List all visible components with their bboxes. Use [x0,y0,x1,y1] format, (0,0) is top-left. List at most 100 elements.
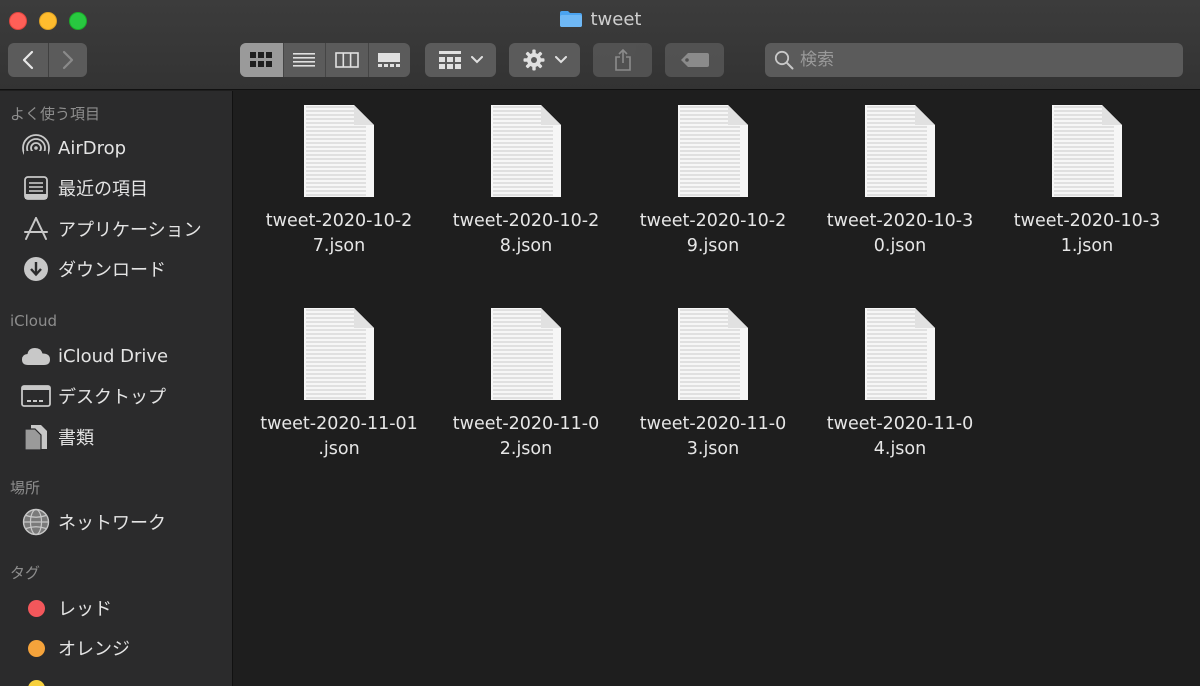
file-name: tweet-2020-11-01 .json [254,412,424,462]
sidebar-item-label: ダウンロード [58,260,166,281]
file-name-line-2: 3.json [686,439,740,459]
sidebar-item-tag-red[interactable]: レッド [20,591,230,625]
file-name-line-1: tweet-2020-11-0 [826,414,974,434]
file-item[interactable]: tweet-2020-10-3 1.json [1002,91,1172,271]
file-name-line-2: 0.json [873,236,927,256]
file-name-line-2: 8.json [499,236,553,256]
forward-button[interactable] [47,43,87,77]
sidebar-section-tags: タグ [10,564,41,582]
file-item[interactable]: tweet-2020-10-2 8.json [441,91,611,271]
sidebar-item-label: AirDrop [58,137,127,159]
edit-tags-button[interactable] [665,43,724,77]
file-name-line-1: tweet-2020-11-0 [452,414,600,434]
sidebar-item-label: オレンジ [58,639,130,660]
toolbar: tweet [0,0,1200,90]
gallery-icon [378,53,401,67]
view-mode-buttons [240,43,410,77]
file-name-line-1: tweet-2020-10-2 [639,211,787,231]
json-document-icon [491,105,561,197]
file-name-line-1: tweet-2020-10-2 [452,211,600,231]
sidebar-item-desktop[interactable]: デスクトップ [20,379,230,413]
column-view-button[interactable] [325,43,368,77]
sidebar-item-label: 書類 [58,428,94,449]
share-button[interactable] [593,43,652,77]
file-item[interactable]: tweet-2020-10-2 9.json [628,91,798,271]
file-name-line-2: 4.json [873,439,927,459]
file-item[interactable]: tweet-2020-11-0 2.json [441,294,611,474]
file-name: tweet-2020-10-3 1.json [1002,209,1172,259]
file-name: tweet-2020-11-0 4.json [815,412,985,462]
chevron-left-icon [22,50,34,70]
sidebar-item-airdrop[interactable]: AirDrop [20,131,230,165]
back-button[interactable] [9,43,48,77]
sidebar-item-label: レッド [58,599,112,620]
file-name: tweet-2020-10-2 9.json [628,209,798,259]
sidebar-item-applications[interactable]: アプリケーション [20,212,230,246]
sidebar-item-documents[interactable]: 書類 [20,420,230,454]
list-icon [293,53,316,67]
search-input[interactable] [800,50,1180,70]
sidebar-item-tag-orange[interactable]: オレンジ [20,631,230,665]
file-name-line-2: 1.json [1060,236,1114,256]
icon-view-button[interactable] [240,43,283,77]
list-view-button[interactable] [282,43,326,77]
downloads-icon [20,254,52,284]
sidebar-item-icloud-drive[interactable]: iCloud Drive [20,339,230,373]
action-menu-button[interactable] [509,43,580,77]
search-field[interactable] [765,43,1183,77]
tag-orange-icon [20,633,52,663]
file-name: tweet-2020-10-2 8.json [441,209,611,259]
file-item[interactable]: tweet-2020-11-0 4.json [815,294,985,474]
sidebar-item-tag-yellow-partial[interactable] [20,671,230,686]
window-title-area: tweet [0,9,1200,33]
sidebar-item-recents[interactable]: 最近の項目 [20,171,230,205]
airdrop-icon [20,133,52,163]
json-document-icon [678,308,748,400]
file-name-line-1: tweet-2020-11-0 [639,414,787,434]
chevron-down-icon [554,56,567,64]
file-name: tweet-2020-10-3 0.json [815,209,985,259]
file-name-line-1: tweet-2020-10-2 [265,211,413,231]
json-document-icon [304,105,374,197]
group-by-button[interactable] [425,43,496,77]
file-name-line-2: 2.json [499,439,553,459]
desktop-icon [20,381,52,411]
window-title: tweet [590,9,642,30]
maximize-window-button[interactable] [69,12,87,30]
close-window-button[interactable] [9,12,27,30]
sidebar-item-network[interactable]: ネットワーク [20,505,230,539]
sidebar-section-favorites: よく使う項目 [10,105,101,123]
file-name: tweet-2020-10-2 7.json [254,209,424,259]
chevron-down-icon [470,56,483,64]
file-name-line-1: tweet-2020-10-3 [1013,211,1161,231]
sidebar: よく使う項目 AirDrop 最近の項目 アプリケーション ダウンロード iCl… [0,91,233,686]
file-item[interactable]: tweet-2020-10-2 7.json [254,91,424,271]
navigation-buttons [8,43,87,77]
network-icon [20,507,52,537]
sidebar-item-label: 最近の項目 [58,179,148,200]
file-name-line-2: .json [318,439,360,459]
json-document-icon [1052,105,1122,197]
json-document-icon [304,308,374,400]
file-item[interactable]: tweet-2020-11-0 3.json [628,294,798,474]
cloud-icon [20,341,52,371]
sidebar-section-locations: 場所 [10,479,41,497]
recents-icon [20,173,52,203]
file-name-line-2: 9.json [686,236,740,256]
file-name-line-2: 7.json [312,236,366,256]
sidebar-item-downloads[interactable]: ダウンロード [20,252,230,286]
json-document-icon [865,308,935,400]
sidebar-section-icloud: iCloud [10,312,58,330]
share-icon [614,49,631,71]
file-name: tweet-2020-11-0 2.json [441,412,611,462]
file-item[interactable]: tweet-2020-11-01 .json [254,294,424,474]
file-name-line-1: tweet-2020-11-01 [260,414,418,434]
minimize-window-button[interactable] [39,12,57,30]
file-item[interactable]: tweet-2020-10-3 0.json [815,91,985,271]
json-document-icon [678,105,748,197]
documents-icon [20,422,52,452]
columns-icon [334,52,359,68]
gallery-view-button[interactable] [367,43,411,77]
gear-icon [523,49,544,71]
applications-icon [20,214,52,244]
